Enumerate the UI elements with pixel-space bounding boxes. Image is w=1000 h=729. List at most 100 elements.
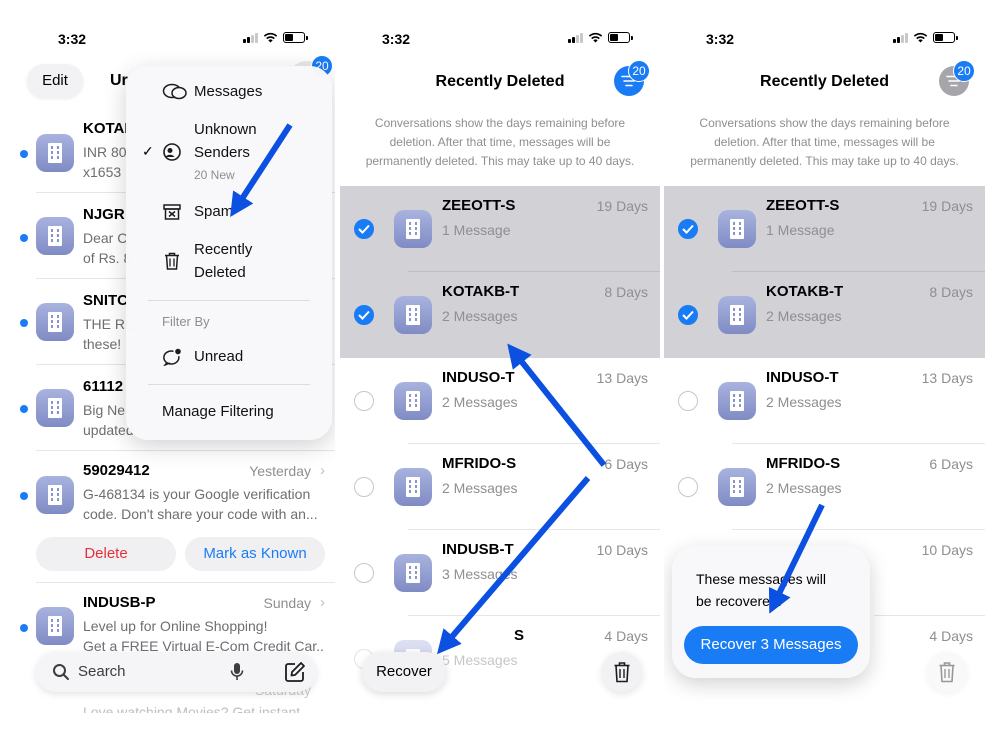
delete-button[interactable]: Delete <box>36 537 176 571</box>
row-checkbox[interactable] <box>354 219 374 239</box>
note-line: Conversations show the days remaining be… <box>374 116 626 130</box>
business-avatar-icon <box>718 210 756 248</box>
cellular-signal-icon <box>893 32 908 43</box>
sender-name: INDUSO-T <box>442 369 515 386</box>
row-checkbox[interactable] <box>354 477 374 497</box>
recover-messages-button[interactable]: Recover 3 Messages <box>684 626 858 664</box>
chevron-right-icon: › <box>320 594 325 611</box>
note-line: deletion. After that time, messages will… <box>714 135 935 149</box>
divider <box>408 443 660 444</box>
row-checkbox[interactable] <box>678 305 698 325</box>
menu-item-label: Deleted <box>194 264 246 281</box>
checkmark-icon: ✓ <box>142 143 154 159</box>
row-checkbox[interactable] <box>678 391 698 411</box>
filter-button[interactable]: 20 <box>614 60 650 96</box>
business-avatar-icon <box>36 134 74 172</box>
edit-button[interactable]: Edit <box>27 64 83 98</box>
unread-dot <box>20 624 28 632</box>
recover-button[interactable]: Recover <box>362 652 446 692</box>
status-icons <box>893 32 958 43</box>
search-bar[interactable]: Search <box>36 652 316 692</box>
business-avatar-icon <box>394 468 432 506</box>
recover-confirmation-popup: These messages will be recovered. Recover… <box>672 546 870 678</box>
message-count: 2 Messages <box>442 308 518 324</box>
row-checkbox[interactable] <box>678 477 698 497</box>
sender-name: S <box>514 627 525 644</box>
business-avatar-icon <box>394 382 432 420</box>
search-input[interactable]: Search <box>78 663 126 680</box>
deletion-note: Conversations show the days remaining be… <box>678 114 971 171</box>
message-count: 5 Messages <box>442 652 518 668</box>
delete-button[interactable] <box>927 652 967 692</box>
search-icon <box>53 664 69 680</box>
row-checkbox[interactable] <box>354 391 374 411</box>
menu-divider <box>148 300 310 301</box>
sender-name: INDUSO-T <box>766 369 839 386</box>
status-time: 3:32 <box>706 31 735 47</box>
menu-item-label: Unknown <box>194 121 257 138</box>
battery-icon <box>608 32 633 43</box>
message-count: 1 Message <box>442 222 511 238</box>
compose-icon[interactable] <box>284 661 306 683</box>
menu-item-spam[interactable]: Spam <box>194 200 233 223</box>
menu-item-label: Senders <box>194 144 250 161</box>
unread-icon <box>163 348 181 366</box>
microphone-icon[interactable] <box>230 662 244 682</box>
unread-dot <box>20 150 28 158</box>
business-avatar-icon <box>394 296 432 334</box>
battery-icon <box>933 32 958 43</box>
days-remaining: 19 Days <box>596 198 648 214</box>
status-time: 3:32 <box>382 31 411 47</box>
menu-item-messages[interactable]: Messages <box>194 80 262 103</box>
days-remaining: 6 Days <box>929 456 973 472</box>
menu-item-unknown-senders[interactable]: Unknown Senders <box>194 118 257 164</box>
business-avatar-icon <box>36 217 74 255</box>
days-remaining: 8 Days <box>929 284 973 300</box>
list-item[interactable]: 59029412 Yesterday › G-468134 is your Go… <box>16 462 335 532</box>
sender-name: ZEEOTT-S <box>442 197 516 214</box>
unknown-senders-screen: 3:32 Edit Ur 20 KOTAI INR 80 x1653 NJGR … <box>16 16 335 713</box>
menu-item-unread[interactable]: Unread <box>194 345 243 368</box>
trash-icon <box>165 252 179 270</box>
divider <box>36 450 335 451</box>
message-line: be recovered. <box>696 593 782 609</box>
page-title: Recently Deleted <box>435 73 565 90</box>
delete-button[interactable] <box>602 652 642 692</box>
row-checkbox[interactable] <box>354 305 374 325</box>
page-title: Recently Deleted <box>760 73 889 90</box>
unread-dot <box>20 492 28 500</box>
divider <box>732 529 985 530</box>
days-remaining: 4 Days <box>929 628 973 644</box>
note-line: permanently deleted. This may take up to… <box>365 154 635 168</box>
manage-filtering-link[interactable]: Manage Filtering <box>162 400 274 423</box>
row-checkbox[interactable] <box>678 219 698 239</box>
deletion-note: Conversations show the days remaining be… <box>354 114 646 171</box>
days-remaining: 8 Days <box>604 284 648 300</box>
business-avatar-icon <box>718 382 756 420</box>
message-date: Yesterday <box>249 463 311 479</box>
row-checkbox[interactable] <box>354 563 374 583</box>
sender-name: KOTAKB-T <box>442 283 520 300</box>
menu-item-recently-deleted[interactable]: Recently Deleted <box>194 238 252 284</box>
days-remaining: 13 Days <box>921 370 973 386</box>
mark-as-known-button[interactable]: Mark as Known <box>185 537 325 571</box>
recently-deleted-confirm-screen: 3:32 Recently Deleted 20 Conversations s… <box>664 16 985 713</box>
trash-icon <box>939 662 955 683</box>
note-line: deletion. After that time, messages will… <box>389 135 611 149</box>
business-avatar-icon <box>718 468 756 506</box>
business-avatar-icon <box>394 210 432 248</box>
divider <box>408 615 660 616</box>
filter-button[interactable]: 20 <box>939 60 975 96</box>
confirmation-message: These messages will be recovered. <box>696 568 850 612</box>
status-icons <box>243 32 308 43</box>
business-avatar-icon <box>394 554 432 592</box>
business-avatar-icon <box>36 303 74 341</box>
message-count: 1 Message <box>766 222 835 238</box>
battery-icon <box>283 32 308 43</box>
divider <box>36 582 335 583</box>
preview-line: Love watching Movies? Get instant <box>83 704 301 713</box>
sender-name: SNITC <box>83 292 128 309</box>
wifi-icon <box>263 32 278 43</box>
wifi-icon <box>588 32 603 43</box>
business-avatar-icon <box>36 607 74 645</box>
